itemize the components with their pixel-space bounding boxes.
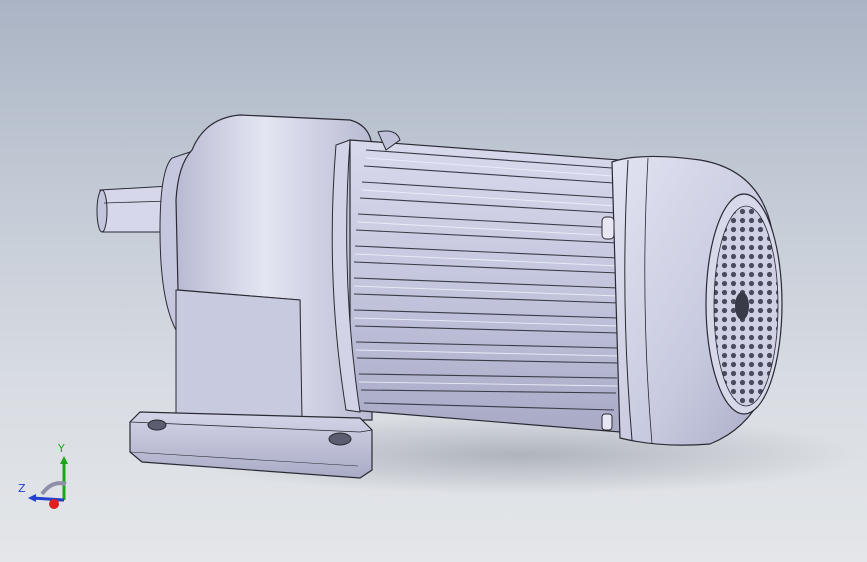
fan-cover-grill[interactable] [705, 193, 783, 415]
motor-body[interactable] [349, 139, 621, 433]
gear-motor-model[interactable] [0, 0, 867, 562]
triad-axes [28, 456, 68, 509]
mounting-base[interactable] [129, 411, 373, 479]
x-axis-head [49, 499, 59, 509]
3d-viewport[interactable]: Y Z [0, 0, 867, 562]
z-axis [31, 496, 65, 502]
terminal-slot-bottom [601, 413, 613, 431]
fan-hub [735, 292, 749, 320]
z-axis-label: Z [18, 482, 26, 495]
mount-hole-left [147, 419, 167, 431]
gearbox-face [175, 289, 303, 421]
terminal-slot-top [601, 216, 615, 240]
y-axis-label: Y [58, 442, 65, 455]
mount-hole-right [328, 432, 352, 446]
view-orientation-triad[interactable]: Y Z [14, 440, 84, 520]
